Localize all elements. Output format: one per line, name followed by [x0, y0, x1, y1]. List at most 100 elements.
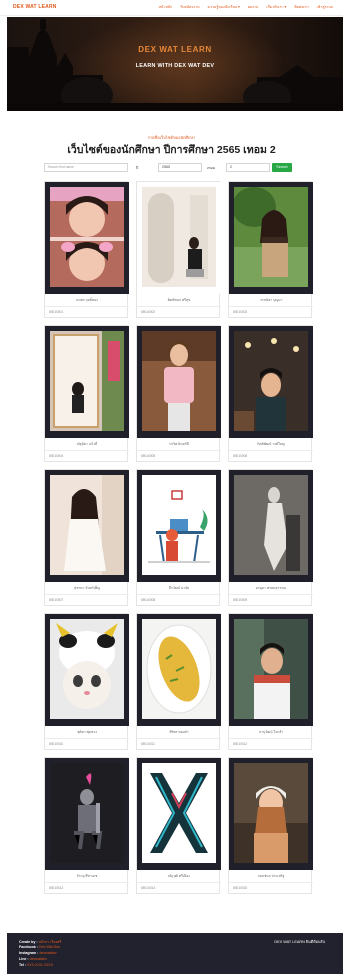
hero-title: DEX WAT LEARN	[138, 45, 212, 54]
student-photo-frame	[45, 182, 129, 294]
nav-works[interactable]: ผลงาน	[248, 4, 259, 10]
student-card[interactable]: ณัฐธิดา แก้วดี 65010004	[44, 325, 129, 462]
nav-knowledge[interactable]: ความรู้ของนักเรียน ▾	[208, 4, 240, 10]
hero-subtitle: LEARN WITH DEX WAT DEV	[135, 63, 215, 69]
card-divider	[229, 450, 313, 451]
student-photo[interactable]	[50, 619, 124, 719]
student-name[interactable]: ชุติมา พุ่มพวง	[45, 730, 129, 735]
student-code: 65010002	[141, 310, 156, 314]
student-name[interactable]: พิมพ์ชนก ศรีสุข	[137, 298, 221, 303]
student-card[interactable]: ภานุวัฒน์ ใจกล้า 65010012	[228, 613, 313, 750]
student-card[interactable]: ธีรวัฒน์ มาลัย 65010008	[136, 469, 221, 606]
search-input[interactable]: Search first name	[44, 163, 128, 172]
card-divider	[45, 450, 129, 451]
nav-home[interactable]: หน้าหลัก	[159, 4, 173, 10]
student-name[interactable]: ภานุวัฒน์ ใจกล้า	[229, 730, 313, 735]
search-button[interactable]: Search	[272, 163, 292, 172]
card-divider	[229, 882, 313, 883]
student-photo-frame	[229, 326, 313, 438]
card-divider	[45, 738, 129, 739]
student-card[interactable]: ชุติมา พุ่มพวง 65010010	[44, 613, 129, 750]
card-divider	[229, 306, 313, 307]
student-photo-frame	[229, 614, 313, 726]
student-photo[interactable]	[234, 331, 308, 431]
nav-jobs[interactable]: รับสมัครงาน	[180, 4, 199, 10]
student-card[interactable]: กิตติพัฒน์ วงศ์ใหญ่ 65010006	[228, 325, 313, 462]
student-code: 65010006	[233, 454, 248, 458]
student-photo-frame	[137, 614, 221, 726]
student-photo[interactable]	[142, 331, 216, 431]
term-label: เทอม	[207, 166, 216, 170]
student-name[interactable]: วรรณิสา บุญมา	[229, 298, 313, 303]
student-name[interactable]: ปวริศ อินทร์ดี	[137, 442, 221, 447]
student-name[interactable]: สุชาดา จันทร์เพ็ญ	[45, 586, 129, 591]
student-name[interactable]: ธนพร ฤทธิ์ทอง	[45, 298, 129, 303]
student-photo[interactable]	[50, 187, 124, 287]
student-photo-frame	[45, 758, 129, 870]
year-select[interactable]: 2565	[158, 163, 202, 172]
student-card[interactable]: อรอุมา พรหมสุวรรณ 65010009	[228, 469, 313, 606]
student-card[interactable]: จิรายุ สีหาเดช 65010013	[44, 757, 129, 894]
student-card[interactable]: พิมพ์ชนก ศรีสุข 65010002	[136, 181, 221, 318]
student-photo[interactable]	[234, 187, 308, 287]
student-photo[interactable]	[234, 475, 308, 575]
student-code: 65010009	[233, 598, 248, 602]
section-title: เว็บไซต์ของนักศึกษา ปีการศึกษา 2565 เทอม…	[67, 144, 276, 156]
student-code: 65010004	[49, 454, 64, 458]
student-code: 65010014	[141, 886, 156, 890]
section-kicker: รายชื่อเว็บไซต์ของนักศึกษา	[147, 135, 196, 140]
student-photo[interactable]	[50, 475, 124, 575]
student-photo[interactable]	[142, 619, 216, 719]
card-divider	[137, 450, 221, 451]
card-divider	[137, 738, 221, 739]
student-name[interactable]: ณัฐธิดา แก้วดี	[45, 442, 129, 447]
student-card[interactable]: ปวริศ อินทร์ดี 65010005	[136, 325, 221, 462]
student-photo-frame	[137, 182, 221, 294]
student-photo[interactable]	[234, 619, 308, 719]
student-photo[interactable]	[234, 763, 308, 863]
search-row: Search first name ปี 2565 เทอม 2 Search	[44, 163, 300, 173]
student-name[interactable]: กมลชนก ประเสริฐ	[229, 874, 313, 879]
nav-links: หน้าหลัก รับสมัครงาน ความรู้ของนักเรียน …	[151, 4, 333, 10]
term-select[interactable]: 2	[226, 163, 270, 172]
student-photo[interactable]	[50, 763, 124, 863]
student-code: 65010007	[49, 598, 64, 602]
student-card[interactable]: วรรณิสา บุญมา 65010003	[228, 181, 313, 318]
card-divider	[229, 594, 313, 595]
student-photo-frame	[45, 470, 129, 582]
student-code: 65010015	[233, 886, 248, 890]
student-name[interactable]: กิตติพัฒน์ วงศ์ใหญ่	[229, 442, 313, 447]
student-card[interactable]: ธนพร ฤทธิ์ทอง 65010001	[44, 181, 129, 318]
student-photo[interactable]	[142, 475, 216, 575]
student-card[interactable]: ศิริพร ทองคำ 65010011	[136, 613, 221, 750]
nav-about[interactable]: เกี่ยวกับเรา ▾	[266, 4, 286, 10]
student-name[interactable]: จิรายุ สีหาเดช	[45, 874, 129, 879]
student-photo[interactable]	[50, 331, 124, 431]
card-divider	[137, 594, 221, 595]
card-divider	[137, 306, 221, 307]
student-photo[interactable]	[142, 187, 216, 287]
student-photo[interactable]	[142, 763, 216, 863]
student-card[interactable]: สุชาดา จันทร์เพ็ญ 65010007	[44, 469, 129, 606]
student-code: 65010003	[233, 310, 248, 314]
nav-login[interactable]: เข้าสู่ระบบ	[317, 4, 333, 10]
student-code: 65010005	[141, 454, 156, 458]
student-photo-frame	[45, 614, 129, 726]
student-name[interactable]: อรอุมา พรหมสุวรรณ	[229, 586, 313, 591]
navbar: DEX WAT LEARN หน้าหลัก รับสมัครงาน ความร…	[0, 0, 343, 16]
brand-logo[interactable]: DEX WAT LEARN	[13, 4, 57, 10]
student-photo-frame	[137, 326, 221, 438]
student-name[interactable]: ศิริพร ทองคำ	[137, 730, 221, 735]
student-photo-frame	[45, 326, 129, 438]
nav-contact[interactable]: ติดต่อเรา	[294, 4, 308, 10]
card-divider	[45, 882, 129, 883]
student-card[interactable]: กมลชนก ประเสริฐ 65010015	[228, 757, 313, 894]
card-divider	[45, 594, 129, 595]
student-name[interactable]: ธีรวัฒน์ มาลัย	[137, 586, 221, 591]
student-photo-frame	[137, 758, 221, 870]
student-name[interactable]: ณัฐวุฒิ ศรีเมือง	[137, 874, 221, 879]
student-card[interactable]: ณัฐวุฒิ ศรีเมือง 65010014	[136, 757, 221, 894]
student-code: 65010011	[141, 742, 155, 746]
footer-welcome: DEX WAT LEARN ยินดีต้อนรับ	[274, 940, 325, 944]
student-photo-frame	[137, 470, 221, 582]
